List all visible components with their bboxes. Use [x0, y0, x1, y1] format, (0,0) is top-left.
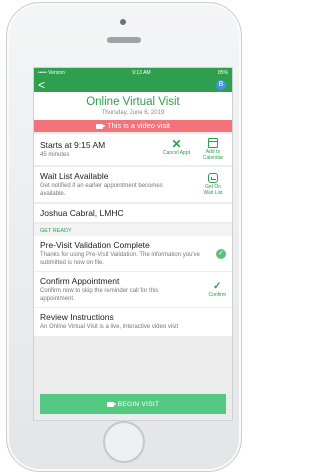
- earpiece-speaker: [107, 37, 141, 43]
- waitlist-action-label: Get On Wait List: [203, 184, 223, 196]
- page-title: Online Virtual Visit: [86, 96, 180, 108]
- battery-text: 85%: [217, 70, 228, 76]
- waitlist-desc: Get notified if an earlier appointment b…: [40, 183, 163, 197]
- front-camera: [120, 19, 126, 25]
- confirm-button[interactable]: ✓ Confirm: [208, 281, 226, 298]
- calendar-label: Add to Calendar: [202, 149, 224, 161]
- provider-card[interactable]: Joshua Cabral, LMHC: [34, 204, 232, 222]
- begin-visit-button[interactable]: BEGIN VISIT: [40, 394, 226, 414]
- visit-date: Thursday, June 6, 2019: [101, 110, 165, 116]
- video-visit-banner: This is a video visit: [34, 120, 232, 132]
- video-camera-icon: [96, 123, 107, 129]
- video-camera-icon: [106, 401, 117, 407]
- home-button[interactable]: [103, 421, 145, 463]
- cancel-appointment-button[interactable]: ✕ Cancel Appt: [163, 138, 190, 161]
- back-arrow-icon[interactable]: <: [38, 78, 45, 92]
- confirm-desc: Confirm now to skip the reminder call fo…: [40, 288, 159, 302]
- validation-title: Pre-Visit Validation Complete: [40, 240, 150, 250]
- checkmark-icon: ✓: [213, 281, 222, 292]
- begin-visit-label: BEGIN VISIT: [117, 400, 160, 408]
- status-bar: ••••• Verizon 9:13 AM 85%: [34, 68, 232, 78]
- app-screen: ••••• Verizon 9:13 AM 85% < B Online Vir…: [33, 67, 233, 421]
- start-time: Starts at 9:15 AM: [40, 139, 106, 150]
- review-desc: An Online Virtual Visit is a live, inter…: [40, 324, 179, 330]
- provider-name: Joshua Cabral, LMHC: [40, 208, 124, 218]
- review-card[interactable]: Review Instructions An Online Virtual Vi…: [34, 307, 232, 336]
- waitlist-icon: [208, 173, 218, 183]
- add-to-calendar-button[interactable]: Add to Calendar: [200, 138, 226, 161]
- avatar[interactable]: B: [216, 80, 226, 90]
- validation-card: Pre-Visit Validation Complete Thanks for…: [34, 236, 232, 271]
- calendar-icon: [208, 138, 218, 148]
- clock-text: 9:13 AM: [132, 70, 151, 76]
- carrier-text: ••••• Verizon: [38, 70, 65, 76]
- phone-frame: ••••• Verizon 9:13 AM 85% < B Online Vir…: [6, 2, 242, 472]
- nav-bar: < B: [34, 78, 232, 92]
- confirm-card: Confirm Appointment Confirm now to skip …: [34, 271, 232, 307]
- waitlist-card: Wait List Available Get notified if an e…: [34, 167, 232, 202]
- duration: 45 minutes: [40, 151, 70, 158]
- visit-header: Online Virtual Visit Thursday, June 6, 2…: [34, 92, 232, 120]
- validation-desc: Thanks for using Pre-Visit Validation. T…: [40, 252, 200, 266]
- check-circle-icon: ✓: [216, 248, 226, 259]
- waitlist-title: Wait List Available: [40, 171, 109, 181]
- close-icon: ✕: [171, 137, 182, 151]
- review-title: Review Instructions: [40, 312, 114, 322]
- banner-text: This is a video visit: [107, 121, 170, 130]
- cancel-label: Cancel Appt: [163, 150, 190, 156]
- get-ready-section-label: GET READY: [34, 224, 232, 236]
- join-waitlist-button[interactable]: Get On Wait List: [200, 173, 226, 196]
- confirm-title: Confirm Appointment: [40, 276, 120, 286]
- confirm-label: Confirm: [208, 292, 226, 298]
- appointment-card: Starts at 9:15 AM 45 minutes ✕ Cancel Ap…: [34, 134, 232, 165]
